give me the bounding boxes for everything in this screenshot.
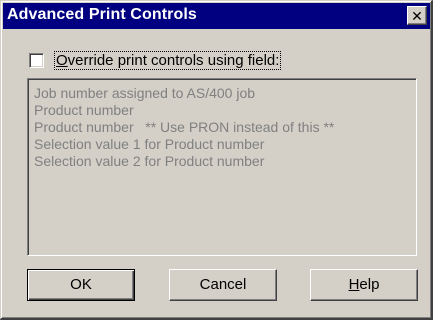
list-item: Selection value 1 for Product number: [34, 136, 265, 152]
override-checkbox-label[interactable]: Override print controls using field:: [54, 51, 282, 70]
field-listbox: Job number assigned to AS/400 job Produc…: [27, 78, 417, 256]
ok-button[interactable]: OK: [27, 269, 135, 301]
help-label-text: elp: [359, 276, 380, 293]
list-item: Selection value 2 for Product number: [34, 153, 265, 169]
advanced-print-controls-dialog: Advanced Print Controls ✕ Override print…: [0, 0, 433, 320]
list-item: Job number assigned to AS/400 job: [34, 85, 256, 101]
help-button[interactable]: Help: [310, 269, 418, 301]
list-item: Product number: [34, 102, 134, 118]
list-item: Product number ** Use PRON instead of th…: [34, 119, 335, 135]
override-label-text: verride print controls using field:: [67, 52, 280, 69]
override-access-key: O: [56, 52, 68, 69]
close-button[interactable]: ✕: [407, 6, 427, 25]
help-access-key: H: [348, 276, 360, 293]
cancel-button[interactable]: Cancel: [169, 269, 277, 301]
close-icon: ✕: [411, 8, 423, 24]
window-title: Advanced Print Controls: [7, 6, 197, 23]
title-bar[interactable]: Advanced Print Controls ✕: [3, 3, 430, 29]
override-checkbox[interactable]: [29, 53, 44, 68]
